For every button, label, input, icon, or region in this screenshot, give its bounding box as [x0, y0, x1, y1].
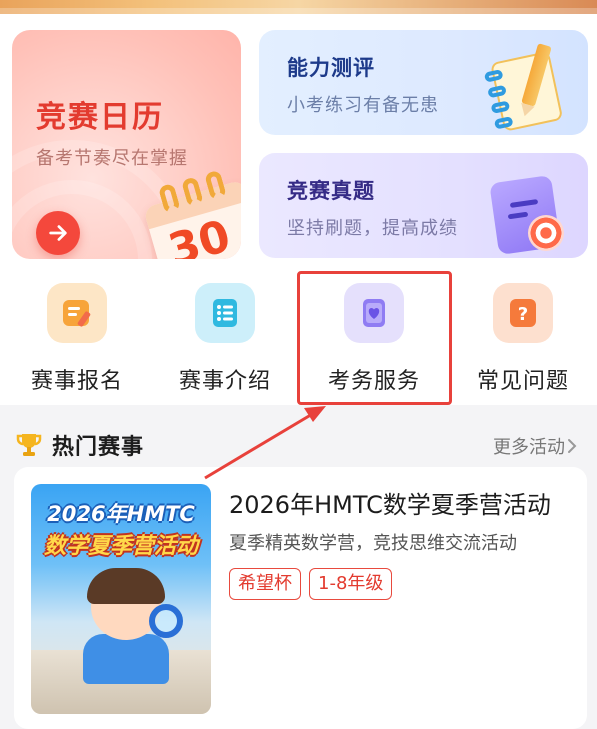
event-description: 夏季精英数学营，竞技思维交流活动 — [229, 533, 517, 554]
notebook-pencil-icon — [478, 38, 578, 135]
past-exam-card[interactable]: 竞赛真题 坚持刷题，提高成绩 — [259, 153, 588, 258]
event-card[interactable]: 2026年HMTC 数学夏季营活动 2026年HMTC数学夏季营活动 夏季精英数… — [14, 467, 587, 729]
magnifier-icon — [149, 604, 183, 638]
registration-icon — [47, 283, 107, 343]
hot-events-header: 热门赛事 — [14, 429, 144, 461]
ability-card-title: 能力测评 — [287, 56, 375, 80]
nav-item-introduction[interactable]: 赛事介绍 — [150, 271, 300, 401]
exam-card-title: 竞赛真题 — [287, 179, 375, 203]
calendar-arrow-button[interactable] — [36, 211, 80, 255]
event-thumbnail: 2026年HMTC 数学夏季营活动 — [31, 484, 211, 714]
nav-item-faq[interactable]: ? 常见问题 — [448, 271, 597, 401]
trophy-icon — [16, 434, 42, 456]
exam-service-highlight-box — [297, 271, 452, 405]
question-icon: ? — [493, 283, 553, 343]
event-tag: 1-8年级 — [309, 568, 393, 600]
competition-calendar-card[interactable]: 竞赛日历 备考节奏尽在掌握 30 — [12, 30, 241, 259]
hot-events-section: 热门赛事 更多活动 2026年HMTC 数学夏季营活动 2026年HMTC数学夏… — [0, 405, 597, 729]
nav-item-registration[interactable]: 赛事报名 — [2, 271, 152, 401]
event-thumb-title-line1: 2026年HMTC — [47, 502, 195, 526]
nav-label-faq: 常见问题 — [476, 369, 569, 394]
nav-label-introduction: 赛事介绍 — [178, 369, 271, 394]
exam-card-subtitle: 坚持刷题，提高成绩 — [287, 218, 458, 239]
ability-card-subtitle: 小考练习有备无患 — [287, 95, 439, 116]
more-activities-label: 更多活动 — [493, 437, 565, 458]
svg-text:?: ? — [518, 304, 528, 325]
event-tags: 希望杯 1-8年级 — [229, 568, 393, 600]
event-tag: 希望杯 — [229, 568, 301, 600]
nav-label-registration: 赛事报名 — [30, 369, 123, 394]
event-title: 2026年HMTC数学夏季营活动 — [229, 491, 551, 519]
calendar-card-title: 竞赛日历 — [36, 100, 164, 135]
ability-assessment-card[interactable]: 能力测评 小考练习有备无患 — [259, 30, 588, 135]
hot-events-title: 热门赛事 — [52, 435, 145, 460]
arrow-right-icon — [49, 225, 67, 241]
more-activities-link[interactable]: 更多活动 — [493, 433, 579, 459]
top-banner[interactable] — [0, 0, 597, 14]
paper-target-icon — [484, 169, 570, 255]
calendar-card-subtitle: 备考节奏尽在掌握 — [36, 148, 188, 169]
event-thumb-title-line2: 数学夏季营活动 — [43, 534, 198, 559]
chevron-right-icon — [568, 439, 577, 453]
list-icon — [195, 283, 255, 343]
